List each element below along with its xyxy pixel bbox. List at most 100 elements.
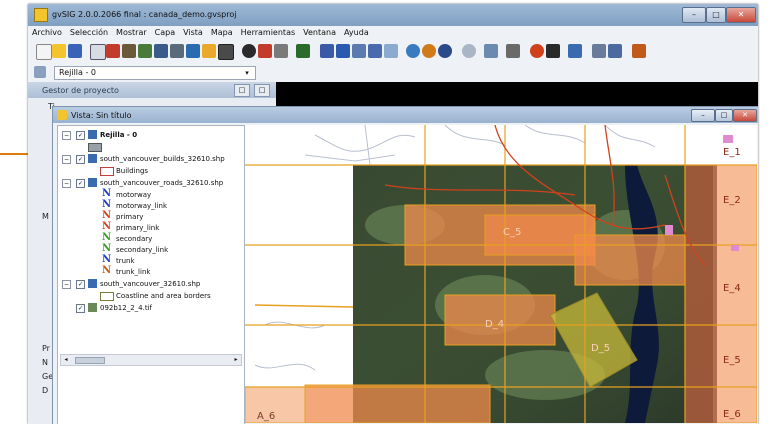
project-manager-titlebar[interactable]: Gestor de proyecto □ □ — [28, 82, 276, 98]
active-layer-select[interactable]: Rejilla - 0 ▾ — [54, 66, 256, 80]
menu-herramientas[interactable]: Herramientas — [237, 26, 300, 37]
vector-layer-icon — [88, 279, 97, 288]
open-folder-icon[interactable] — [52, 44, 66, 58]
toc-legend-buildings: Buildings — [58, 166, 244, 177]
view-titlebar[interactable]: Vista: Sin título – □ ✕ — [53, 107, 758, 123]
save-icon[interactable] — [68, 44, 82, 58]
report-icon[interactable] — [608, 44, 622, 58]
grid-label-e5: E_5 — [723, 355, 741, 366]
collapse-icon[interactable]: − — [62, 179, 71, 188]
menu-capa[interactable]: Capa — [151, 26, 179, 37]
active-layer-value: Rejilla - 0 — [59, 68, 96, 77]
toc-legend-coastline: Coastline and area borders — [58, 291, 244, 302]
select-polygon-icon[interactable] — [352, 44, 366, 58]
select-by-layer-icon[interactable] — [384, 44, 398, 58]
menu-mapa[interactable]: Mapa — [207, 26, 237, 37]
project-manager-title: Gestor de proyecto — [42, 86, 119, 95]
zoom-select-icon[interactable] — [406, 44, 420, 58]
toc-legend-trunk: N trunk — [58, 254, 244, 267]
grid-label-e1: E_1 — [723, 147, 741, 158]
zoom-previous-icon[interactable] — [202, 44, 216, 58]
add-layer-icon[interactable] — [568, 44, 582, 58]
line-symbol-icon: N — [102, 188, 112, 199]
zoom-layer-icon[interactable] — [170, 44, 184, 58]
toc-legend-primary-link: N primary_link — [58, 221, 244, 234]
menu-archivo[interactable]: Archivo — [28, 26, 66, 37]
view-close-button[interactable]: ✕ — [733, 109, 757, 122]
filter-icon[interactable] — [506, 44, 520, 58]
pan-icon[interactable] — [186, 44, 200, 58]
minimize-button[interactable]: – — [682, 7, 706, 23]
scroll-left-icon[interactable]: ◂ — [61, 355, 71, 365]
print-icon[interactable] — [274, 44, 288, 58]
grid-label-a6: A_6 — [257, 411, 275, 422]
search-icon[interactable] — [484, 44, 498, 58]
tools-icon[interactable] — [546, 44, 560, 58]
scrollbar-thumb[interactable] — [75, 357, 105, 364]
collapse-icon[interactable]: − — [62, 155, 71, 164]
brush-icon[interactable] — [296, 44, 310, 58]
layer-toolbar: Rejilla - 0 ▾ — [28, 64, 758, 83]
close-button[interactable]: ✕ — [726, 7, 756, 23]
toc-layer-label: 092b12_2_4.tif — [100, 304, 152, 312]
panel-restore-icon[interactable]: □ — [234, 84, 250, 97]
graph-icon[interactable] — [462, 44, 476, 58]
raster-layer-icon — [88, 303, 97, 312]
gestor-label-n: N — [42, 358, 48, 367]
layer-visibility-checkbox[interactable]: ✓ — [76, 179, 85, 188]
toc-layer-builds[interactable]: − ✓ south_vancouver_builds_32610.shp — [58, 154, 244, 165]
vector-layer-icon — [88, 154, 97, 163]
grid-label-d4: D_4 — [485, 319, 504, 330]
menu-mostrar[interactable]: Mostrar — [112, 26, 151, 37]
toc-layer-rejilla[interactable]: − ✓ Rejilla - 0 — [58, 130, 244, 141]
map-frame-icon[interactable] — [218, 44, 234, 60]
select-icon[interactable] — [336, 44, 350, 58]
toc-legend-motorway-link: N motorway_link — [58, 199, 244, 212]
layer-visibility-checkbox[interactable]: ✓ — [76, 155, 85, 164]
panel-maximize-icon[interactable]: □ — [254, 84, 270, 97]
view-minimize-button[interactable]: – — [691, 109, 715, 122]
menu-seleccion[interactable]: Selección — [66, 26, 112, 37]
cut-icon[interactable] — [106, 44, 120, 58]
scroll-right-icon[interactable]: ▸ — [231, 355, 241, 365]
select-rect-icon[interactable] — [90, 44, 106, 60]
toc-horizontal-scrollbar[interactable]: ◂ ▸ — [60, 354, 242, 366]
layer-settings-icon[interactable] — [34, 66, 46, 78]
line-symbol-icon: N — [102, 243, 112, 254]
menu-ventana[interactable]: Ventana — [299, 26, 340, 37]
new-file-icon[interactable] — [36, 44, 52, 60]
select-circle-icon[interactable] — [368, 44, 382, 58]
view-title: Vista: Sin título — [71, 111, 132, 120]
gestor-label-pr: Pr — [42, 344, 50, 353]
measure-icon[interactable] — [258, 44, 272, 58]
toc-layer-coast[interactable]: − ✓ south_vancouver_32610.shp — [58, 279, 244, 290]
grid-icon[interactable] — [632, 44, 646, 58]
view-maximize-button[interactable]: □ — [715, 109, 733, 122]
main-window: gvSIG 2.0.0.2066 final : canada_demo.gvs… — [28, 4, 758, 424]
info-icon[interactable] — [242, 44, 256, 58]
line-symbol-icon: N — [102, 221, 112, 232]
zoom-in-icon[interactable] — [122, 44, 136, 58]
menu-ayuda[interactable]: Ayuda — [340, 26, 373, 37]
maximize-button[interactable]: □ — [706, 7, 726, 23]
title-bar[interactable]: gvSIG 2.0.0.2066 final : canada_demo.gvs… — [28, 4, 758, 26]
pointer-icon[interactable] — [320, 44, 334, 58]
locator-icon[interactable] — [422, 44, 436, 58]
toc-layer-label: Rejilla - 0 — [100, 131, 138, 139]
toc-layer-raster[interactable]: ✓ 092b12_2_4.tif — [58, 303, 244, 314]
collapse-icon[interactable]: − — [62, 280, 71, 289]
table-icon[interactable] — [592, 44, 606, 58]
grid-label-e2: E_2 — [723, 195, 741, 206]
map-canvas[interactable]: E_1 E_2 E_4 E_5 E_6 A_6 C_5 D_4 D_5 — [245, 125, 757, 423]
collapse-icon[interactable]: − — [62, 131, 71, 140]
zoom-out-icon[interactable] — [138, 44, 152, 58]
zoom-extent-icon[interactable] — [154, 44, 168, 58]
layer-visibility-checkbox[interactable]: ✓ — [76, 280, 85, 289]
layer-visibility-checkbox[interactable]: ✓ — [76, 304, 85, 313]
menu-vista[interactable]: Vista — [179, 26, 207, 37]
layer-visibility-checkbox[interactable]: ✓ — [76, 131, 85, 140]
toc-layer-roads[interactable]: − ✓ south_vancouver_roads_32610.shp — [58, 178, 244, 189]
chevron-down-icon[interactable]: ▾ — [241, 67, 253, 79]
bomb-icon[interactable] — [530, 44, 544, 58]
globe-icon[interactable] — [438, 44, 452, 58]
